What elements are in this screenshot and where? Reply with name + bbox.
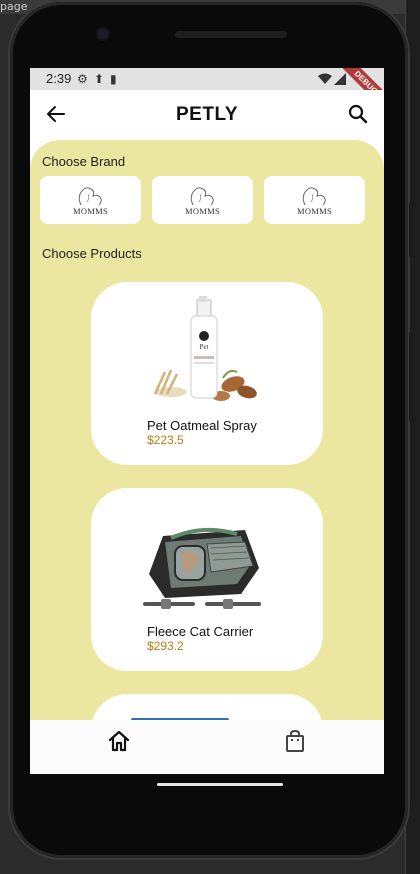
front-camera	[98, 29, 108, 39]
wifi-icon	[318, 73, 332, 84]
dog-cat-logo-icon	[191, 186, 215, 205]
product-name: Fleece Cat Carrier	[147, 624, 254, 639]
sdcard-status-icon: ▮	[110, 72, 117, 86]
bottom-nav	[30, 720, 384, 774]
product-price: $223.5	[147, 433, 184, 447]
settings-status-icon: ⚙	[77, 72, 88, 86]
mic-status-icon: ⬆	[94, 72, 105, 86]
svg-text:Pet: Pet	[200, 343, 209, 351]
product-card[interactable]: Fleece Cat Carrier $293.2	[91, 488, 323, 671]
brand-card[interactable]: MOMMS	[264, 176, 365, 224]
brand-card[interactable]: MOMMS	[40, 176, 141, 224]
product-price: $293.2	[147, 639, 184, 653]
home-indicator[interactable]	[157, 783, 283, 786]
earpiece-speaker	[175, 31, 287, 38]
shopping-bag-icon[interactable]	[283, 729, 307, 753]
product-name: Pet Oatmeal Spray	[147, 418, 257, 433]
power-button	[409, 202, 414, 258]
brand-name: MOMMS	[296, 205, 333, 216]
volume-button	[409, 332, 414, 422]
app-bar: PETLY	[30, 90, 384, 140]
cat-carrier-image	[143, 527, 261, 609]
search-icon[interactable]	[346, 102, 370, 126]
signal-icon	[334, 73, 346, 85]
oatmeal-spray-image: Pet	[153, 296, 257, 401]
status-time: 2:39	[46, 71, 72, 86]
brand-name: MOMMS	[184, 205, 221, 216]
app-title: PETLY	[176, 104, 238, 125]
main-content: Choose Brand MOMMS MOMMS MOMMS Choose Pr…	[30, 140, 384, 726]
choose-brand-label: Choose Brand	[42, 154, 126, 169]
host-page-label: page	[0, 0, 28, 13]
status-bar: 2:39 ⚙ ⬆ ▮ DEBUG	[30, 68, 384, 116]
dog-cat-logo-icon	[303, 186, 327, 205]
app-screen: 2:39 ⚙ ⬆ ▮ DEBUG PETLY Choose Brand MOMM…	[30, 68, 384, 774]
product-card[interactable]: Pet Pet Oatmeal Spray $223.5	[91, 282, 323, 465]
home-icon[interactable]	[107, 729, 131, 753]
brand-logo: MOMMS	[185, 185, 220, 216]
dog-cat-logo-icon	[79, 186, 103, 205]
brand-logo: MOMMS	[73, 185, 108, 216]
choose-products-label: Choose Products	[42, 246, 142, 261]
brand-name: MOMMS	[72, 205, 109, 216]
brand-logo: MOMMS	[297, 185, 332, 216]
brand-card[interactable]: MOMMS	[152, 176, 253, 224]
